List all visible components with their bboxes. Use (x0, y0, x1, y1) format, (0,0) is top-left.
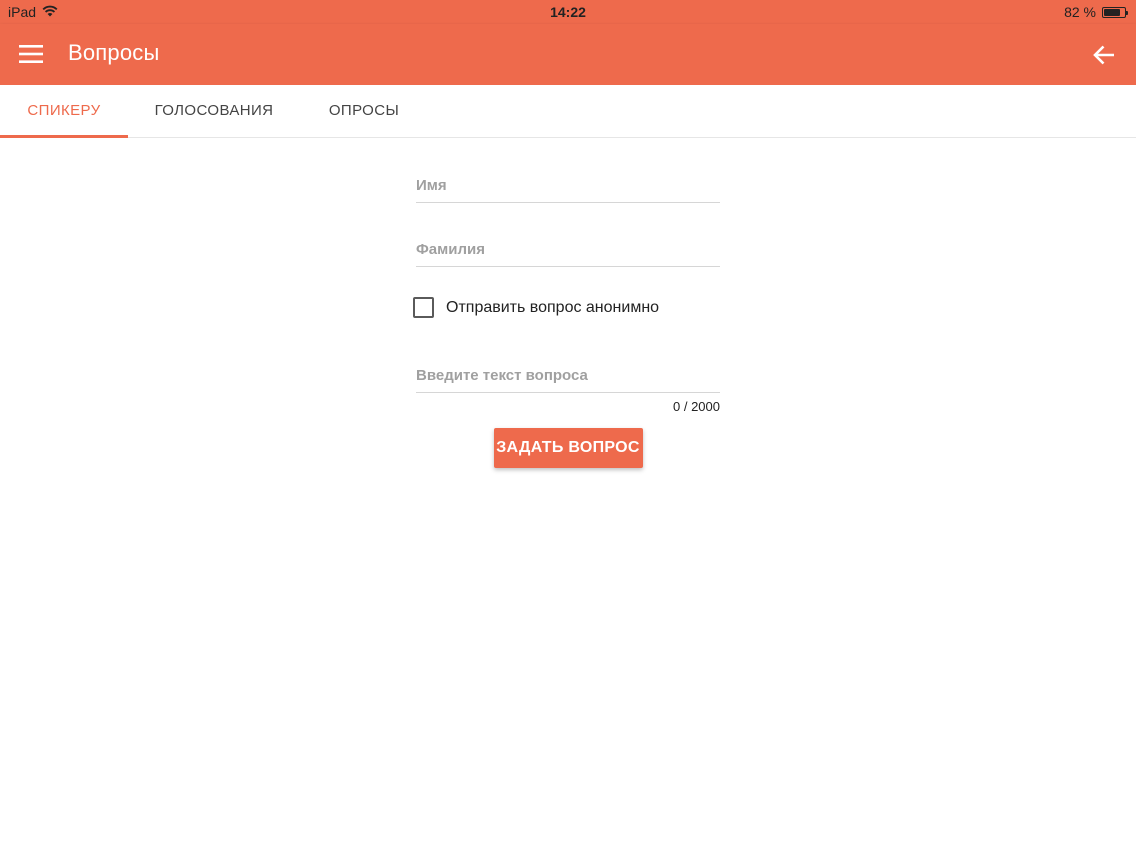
question-input[interactable] (416, 367, 720, 384)
hamburger-menu-icon[interactable] (17, 42, 45, 66)
last-name-input[interactable] (416, 241, 720, 258)
status-bar: iPad 14:22 82 % (0, 0, 1136, 24)
battery-fill (1104, 8, 1120, 16)
submit-question-button[interactable]: ЗАДАТЬ ВОПРОС (493, 428, 643, 468)
status-right: 82 % (1064, 4, 1128, 20)
tab-voting[interactable]: ГОЛОСОВАНИЯ (128, 85, 300, 138)
first-name-input[interactable] (416, 177, 720, 194)
tab-speaker[interactable]: СПИКЕРУ (0, 85, 128, 138)
battery-icon (1102, 6, 1128, 18)
page-title: Вопросы (68, 40, 160, 65)
question-field-wrapper (416, 340, 720, 393)
app-bar: Вопросы (0, 24, 1136, 85)
submit-wrapper: ЗАДАТЬ ВОПРОС (416, 428, 720, 468)
question-form: Отправить вопрос анонимно 0 / 2000 ЗАДАТ… (413, 150, 720, 468)
first-name-field-wrapper (416, 150, 720, 203)
arrow-left-icon[interactable] (1090, 41, 1118, 69)
status-time: 14:22 (550, 4, 586, 20)
tab-polls[interactable]: ОПРОСЫ (300, 85, 428, 138)
anonymous-label[interactable]: Отправить вопрос анонимно (446, 299, 659, 317)
battery-percent: 82 % (1064, 4, 1096, 20)
anonymous-row: Отправить вопрос анонимно (413, 296, 720, 340)
anonymous-checkbox[interactable] (413, 297, 434, 318)
tab-bar: СПИКЕРУ ГОЛОСОВАНИЯ ОПРОСЫ (0, 85, 1136, 138)
last-name-field-wrapper (416, 214, 720, 267)
active-tab-indicator (0, 135, 128, 138)
character-counter: 0 / 2000 (673, 399, 720, 414)
